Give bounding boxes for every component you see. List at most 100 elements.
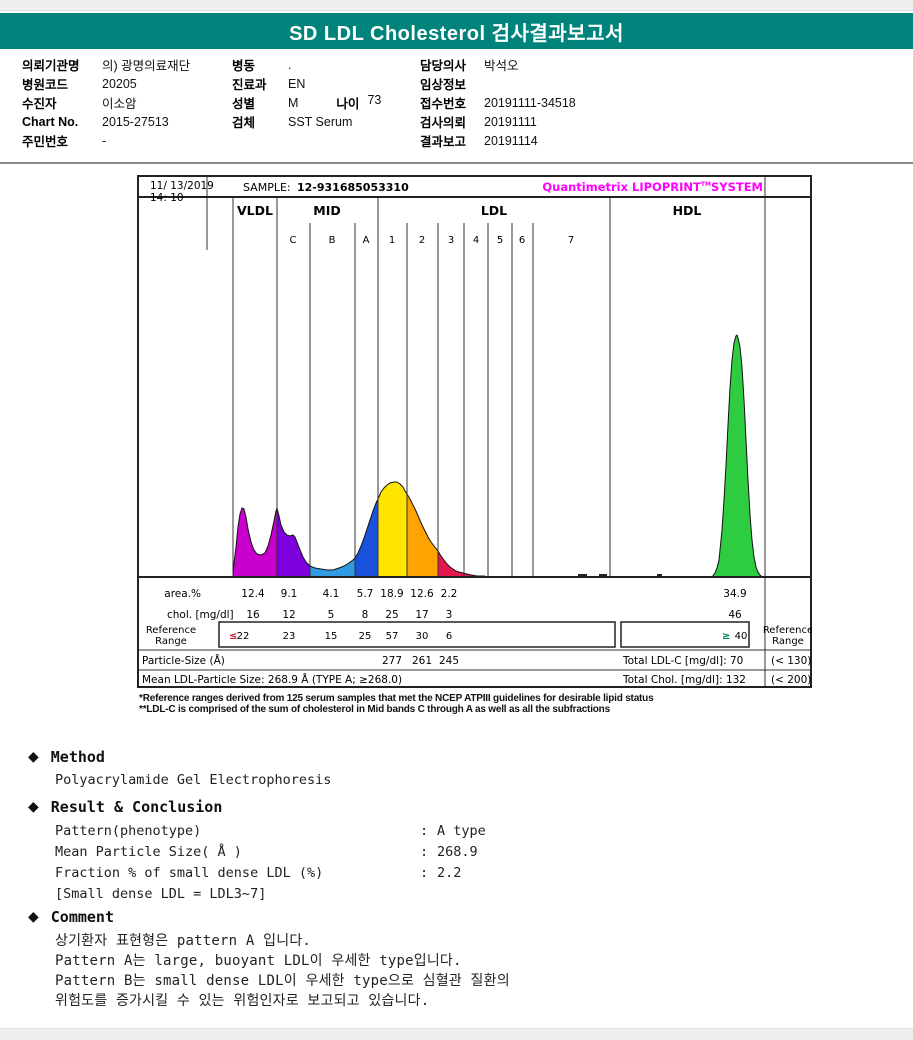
particle-size-label: Particle-Size (Å) bbox=[142, 654, 225, 667]
chol-value: 17 bbox=[415, 609, 428, 621]
colon: : bbox=[420, 823, 429, 839]
field-value: 20191111-34518 bbox=[484, 95, 576, 110]
subband-2: 2 bbox=[419, 235, 425, 246]
area-value: 2.2 bbox=[441, 588, 458, 600]
comment-line: 상기환자 표현형은 pattern A 입니다. bbox=[55, 933, 312, 949]
patient-row: 검사의뢰 20191111 bbox=[420, 112, 576, 131]
chart-date: 11/ 13/2019 bbox=[150, 180, 214, 192]
mida-fill bbox=[355, 499, 378, 577]
result-value: A type bbox=[437, 823, 486, 839]
field-value: 2015-27513 bbox=[102, 114, 169, 129]
field-label: 병원코드 bbox=[22, 78, 69, 92]
patient-row: 결과보고 20191114 bbox=[420, 131, 576, 150]
field-value: - bbox=[102, 133, 107, 148]
field-label: 주민번호 bbox=[22, 135, 69, 149]
field-value: 이소암 bbox=[102, 97, 137, 111]
ref-label-left-2: Range bbox=[155, 636, 187, 647]
subband-6: 6 bbox=[519, 235, 525, 246]
patient-row: 접수번호 20191111-34518 bbox=[420, 93, 576, 112]
result-heading: ◆ Result & Conclusion bbox=[28, 798, 222, 816]
result-value: 268.9 bbox=[437, 844, 478, 860]
result-note: [Small dense LDL = LDL3~7] bbox=[55, 886, 267, 902]
particle-size-value: 261 bbox=[412, 655, 432, 667]
band-label-mid: MID bbox=[313, 203, 340, 218]
comment-heading-text: Comment bbox=[50, 908, 114, 926]
chol-value-hdl: 46 bbox=[728, 609, 742, 621]
comment-line: Pattern A는 large, buoyant LDL이 우세한 type입… bbox=[55, 953, 462, 969]
brand-name: Quantimetrix LIPOPRINT bbox=[542, 180, 701, 194]
field-label: 의뢰기관명 bbox=[22, 59, 80, 73]
brand-tm: TM bbox=[701, 181, 711, 188]
result-value: 2.2 bbox=[437, 865, 462, 881]
ref-value-hdl: 40 bbox=[735, 631, 748, 642]
patient-row: 임상정보 bbox=[420, 74, 576, 93]
patient-row: Chart No. 2015-27513 bbox=[22, 112, 190, 131]
patient-col-1: 의뢰기관명 의) 광명의료재단 병원코드 20205 수진자 이소암 Chart No… bbox=[22, 55, 190, 150]
area-value: 5.7 bbox=[357, 588, 374, 600]
chol-value: 12 bbox=[282, 609, 295, 621]
diamond-bullet-icon: ◆ bbox=[28, 909, 39, 925]
ref-value: 30 bbox=[416, 631, 429, 642]
chart-footnotes: *Reference ranges derived from 125 serum… bbox=[139, 693, 819, 715]
field-label: 담당의사 bbox=[420, 59, 467, 73]
ldl2-fill bbox=[407, 494, 438, 577]
band-label-vldl: VLDL bbox=[237, 203, 273, 218]
patient-col-3: 담당의사 박석오 임상정보 접수번호 20191111-34518 검사의뢰 2019… bbox=[420, 55, 576, 150]
chart-time: 14: 10 bbox=[150, 192, 184, 204]
result-label: Pattern(phenotype) bbox=[55, 823, 202, 839]
area-value: 18.9 bbox=[380, 588, 403, 600]
age-label: 나이 bbox=[336, 97, 360, 111]
band-label-ldl: LDL bbox=[481, 203, 507, 218]
field-label: 검체 bbox=[232, 116, 256, 130]
field-label: 결과보고 bbox=[420, 135, 467, 149]
area-value: 12.6 bbox=[410, 588, 434, 600]
subband-a: A bbox=[363, 235, 370, 246]
patient-row: 병원코드 20205 bbox=[22, 74, 190, 93]
chol-value: 5 bbox=[328, 609, 335, 621]
field-value: 20205 bbox=[102, 76, 137, 91]
method-body: Polyacrylamide Gel Electrophoresis bbox=[55, 772, 332, 788]
patient-row: 수진자 이소암 bbox=[22, 93, 190, 112]
field-value: M bbox=[288, 95, 299, 110]
subband-labels: C B A 1 2 3 4 5 6 7 bbox=[290, 235, 575, 246]
report-page: SD LDL Cholesterol 검사결과보고서 의뢰기관명 의) 광명의료재… bbox=[0, 0, 913, 1040]
chol-value: 8 bbox=[362, 609, 369, 621]
area-value-hdl: 34.9 bbox=[723, 588, 746, 600]
age-value: 73 bbox=[367, 93, 382, 107]
footnote-2: **LDL-C is comprised of the sum of chole… bbox=[139, 704, 610, 715]
subband-4: 4 bbox=[473, 235, 479, 246]
result-label: Fraction % of small dense LDL (%) bbox=[55, 865, 324, 881]
field-value: 의) 광명의료재단 bbox=[102, 59, 191, 73]
chol-value: 16 bbox=[246, 609, 260, 621]
ldl1-fill bbox=[378, 482, 407, 577]
particle-size-row: Particle-Size (Å) 277 261 245 Total LDL-… bbox=[142, 654, 811, 667]
subband-1: 1 bbox=[389, 235, 395, 246]
chol-row: chol. [mg/dl] 16 12 5 8 25 17 3 46 bbox=[167, 609, 742, 621]
chol-value: 3 bbox=[446, 609, 453, 621]
brand-system: SYSTEM bbox=[711, 180, 763, 194]
mean-ldl-label: Mean LDL-Particle Size: 268.9 Å (TYPE A;… bbox=[142, 673, 402, 686]
hdl-fill bbox=[712, 335, 762, 577]
subband-b: B bbox=[329, 235, 336, 246]
particle-size-value: 245 bbox=[439, 655, 459, 667]
patient-row: 병동. bbox=[232, 55, 381, 74]
patient-col-2: 병동. 진료과 EN 성별 M 나이 73 검체 SST Serum bbox=[232, 55, 381, 131]
result-row: Mean Particle Size( Å ) : 268.9 bbox=[55, 844, 615, 860]
patient-row: 주민번호 - bbox=[22, 131, 190, 150]
report-title: SD LDL Cholesterol 검사결과보고서 bbox=[289, 22, 624, 45]
area-row: area.% 12.4 9.1 4.1 5.7 18.9 12.6 2.2 34… bbox=[164, 588, 746, 600]
subband-3: 3 bbox=[448, 235, 454, 246]
patient-row: 검체 SST Serum bbox=[232, 112, 381, 131]
field-label: 검사의뢰 bbox=[420, 116, 467, 130]
comment-line: 위험도를 증가시킬 수 있는 위험인자로 보고되고 있습니다. bbox=[55, 993, 430, 1009]
result-label: Mean Particle Size( Å ) bbox=[55, 844, 242, 860]
colon: : bbox=[420, 844, 429, 860]
field-value: 박석오 bbox=[484, 59, 519, 73]
patient-row: 담당의사 박석오 bbox=[420, 55, 576, 74]
ref-value: 25 bbox=[359, 631, 372, 642]
field-value: 20191111 bbox=[484, 114, 537, 129]
patient-info-section: 의뢰기관명 의) 광명의료재단 병원코드 20205 수진자 이소암 Chart No… bbox=[0, 55, 913, 155]
ref-value: 23 bbox=[283, 631, 296, 642]
brand-text: Quantimetrix LIPOPRINTTMSYSTEM bbox=[542, 180, 763, 194]
diamond-bullet-icon: ◆ bbox=[28, 799, 39, 815]
